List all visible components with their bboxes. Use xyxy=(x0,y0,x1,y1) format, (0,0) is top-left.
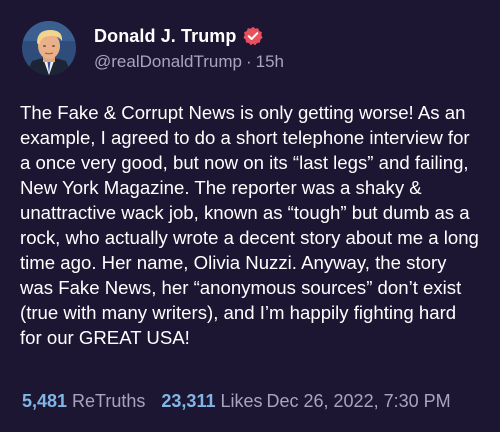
time-ago[interactable]: 15h xyxy=(256,52,284,71)
post-card: Donald J. Trump @realDonaldTrump · 15h The… xyxy=(0,0,500,432)
handle[interactable]: @realDonaldTrump xyxy=(94,52,242,71)
avatar[interactable] xyxy=(22,21,76,75)
retruths-label: ReTruths xyxy=(72,391,146,411)
verified-badge-icon xyxy=(242,26,263,46)
retruths-stat[interactable]: 5,481 ReTruths xyxy=(22,391,145,412)
post-timestamp[interactable]: Dec 26, 2022, 7:30 PM xyxy=(267,391,451,412)
meta-row: @realDonaldTrump · 15h xyxy=(94,52,284,72)
separator-dot: · xyxy=(245,52,252,71)
post-stats: 5,481 ReTruths 23,311 Likes Dec 26, 2022… xyxy=(22,391,482,412)
display-name[interactable]: Donald J. Trump xyxy=(94,26,237,47)
retruths-count: 5,481 xyxy=(22,391,68,411)
likes-label: Likes xyxy=(220,391,263,411)
post-header: Donald J. Trump @realDonaldTrump · 15h xyxy=(20,20,480,76)
author-info: Donald J. Trump @realDonaldTrump · 15h xyxy=(94,24,284,72)
post-body: The Fake & Corrupt News is only getting … xyxy=(20,102,479,348)
likes-stat[interactable]: 23,311 Likes xyxy=(161,391,262,412)
name-row: Donald J. Trump xyxy=(94,24,284,48)
likes-count: 23,311 xyxy=(161,391,216,411)
